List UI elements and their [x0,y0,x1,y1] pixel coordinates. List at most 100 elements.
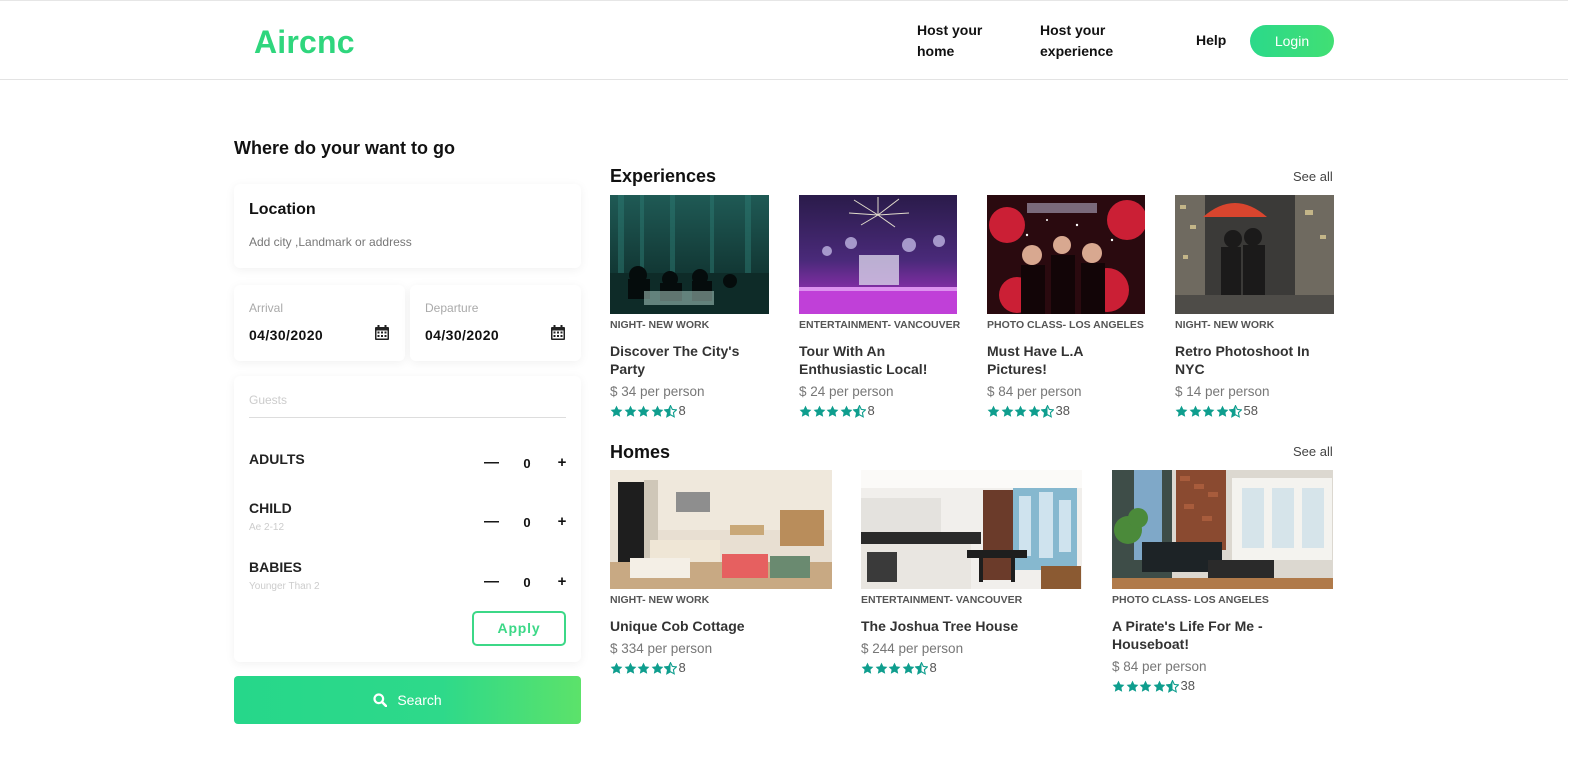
experience-price: $ 14 per person [1175,384,1270,399]
star-icon [624,662,636,674]
logo[interactable]: Aircnc [254,24,355,61]
home-photo[interactable] [1112,470,1333,589]
review-count: 8 [678,403,686,418]
child-label: CHILD [249,500,292,516]
guests-label[interactable]: Guests [249,393,287,407]
review-count: 38 [1055,403,1070,418]
experience-category: PHOTO CLASS- LOS ANGELES [987,319,1144,331]
apply-button[interactable]: Apply [472,611,566,646]
home-card[interactable]: ENTERTAINMENT- VANCOUVER The Joshua Tree… [861,470,1083,690]
child-decrement-button[interactable]: — [484,513,499,530]
babies-count: 0 [523,575,531,590]
departure-label: Departure [425,301,479,315]
page-scrollbar[interactable] [1568,0,1584,763]
star-icon [1014,405,1027,417]
guests-divider [249,417,566,418]
star-icon [861,662,874,674]
arrival-date-card[interactable]: Arrival 04/30/2020 [234,285,405,361]
star-icon [888,662,901,674]
home-title[interactable]: Unique Cob Cottage [610,617,832,635]
home-category: NIGHT- NEW WORK [610,594,710,606]
home-price: $ 84 per person [1112,659,1207,674]
review-count: 38 [1180,678,1195,693]
experience-photo[interactable] [1175,195,1334,314]
adults-label: ADULTS [249,451,305,467]
nav-host-your-home[interactable]: Host your home [917,20,997,62]
babies-increment-button[interactable]: + [555,573,569,590]
departure-date-value[interactable]: 04/30/2020 [425,327,499,343]
adults-count: 0 [523,456,531,471]
star-icon [651,662,663,674]
star-icon [1112,680,1125,692]
half-star-icon [1229,404,1242,418]
experience-photo[interactable] [799,195,957,314]
star-icon [1139,680,1152,692]
experience-title[interactable]: Tour With An Enthusiastic Local! [799,342,959,378]
star-icon [1028,405,1040,417]
search-button[interactable]: Search [234,676,581,724]
home-card[interactable]: PHOTO CLASS- LOS ANGELES A Pirate's Life… [1112,470,1334,710]
experience-photo[interactable] [610,195,769,314]
home-card[interactable]: NIGHT- NEW WORK Unique Cob Cottage $ 334… [610,470,832,690]
star-icon [840,405,852,417]
login-button[interactable]: Login [1250,25,1334,57]
babies-decrement-button[interactable]: — [484,573,499,590]
home-category: ENTERTAINMENT- VANCOUVER [861,594,1023,606]
star-icon [637,662,650,674]
experience-rating: 38 [987,404,1070,418]
half-star-icon [853,404,866,418]
star-icon [902,662,914,674]
arrival-date-value[interactable]: 04/30/2020 [249,327,323,343]
arrival-label: Arrival [249,301,284,315]
child-count: 0 [523,515,531,530]
home-title[interactable]: The Joshua Tree House [861,617,1083,635]
homes-heading: Homes [610,442,671,462]
experience-card[interactable]: PHOTO CLASS- LOS ANGELES Must Have L.A P… [987,195,1147,425]
experience-category: ENTERTAINMENT- VANCOUVER [799,319,961,331]
nav-help[interactable]: Help [1196,30,1226,51]
review-count: 58 [1243,403,1258,418]
home-photo[interactable] [610,470,832,589]
babies-age-note: Younger Than 2 [249,581,320,592]
experience-title[interactable]: Must Have L.A Pictures! [987,342,1117,378]
experience-card[interactable]: NIGHT- NEW WORK Discover The City's Part… [610,195,770,425]
star-icon [813,405,825,417]
experience-card[interactable]: ENTERTAINMENT- VANCOUVER Tour With An En… [799,195,961,425]
nav-host-your-experience[interactable]: Host your experience [1040,20,1130,62]
search-icon [373,693,388,707]
star-icon [1126,680,1138,692]
star-icon [651,405,663,417]
experiences-see-all-link[interactable]: See all [1293,169,1333,184]
half-star-icon [664,404,677,418]
homes-see-all-link[interactable]: See all [1293,444,1333,459]
adults-increment-button[interactable]: + [555,454,569,471]
departure-date-card[interactable]: Departure 04/30/2020 [410,285,581,361]
home-rating: 8 [610,661,686,675]
experience-photo[interactable] [987,195,1145,314]
experience-title[interactable]: Retro Photoshoot In NYC [1175,342,1325,378]
star-icon [1189,405,1201,417]
experience-title[interactable]: Discover The City's Party [610,342,770,378]
experience-category: NIGHT- NEW WORK [610,319,710,331]
experience-card[interactable]: NIGHT- NEW WORK Retro Photoshoot In NYC … [1175,195,1335,425]
home-title[interactable]: A Pirate's Life For Me - Houseboat! [1112,617,1292,653]
star-icon [1202,405,1215,417]
star-icon [610,405,623,417]
calendar-icon[interactable] [375,325,389,340]
calendar-icon[interactable] [551,325,565,340]
location-input[interactable] [249,235,549,249]
search-button-label: Search [397,692,442,708]
home-rating: 38 [1112,679,1195,693]
home-photo[interactable] [861,470,1082,589]
star-icon [826,405,839,417]
search-panel-title: Where do your want to go [234,138,455,158]
star-icon [610,662,623,674]
child-age-note: Ae 2-12 [249,522,285,533]
babies-label: BABIES [249,559,302,575]
experience-price: $ 24 per person [799,384,894,399]
adults-decrement-button[interactable]: — [484,454,499,471]
star-icon [1001,405,1013,417]
half-star-icon [1041,404,1054,418]
star-icon [624,405,636,417]
child-increment-button[interactable]: + [555,513,569,530]
